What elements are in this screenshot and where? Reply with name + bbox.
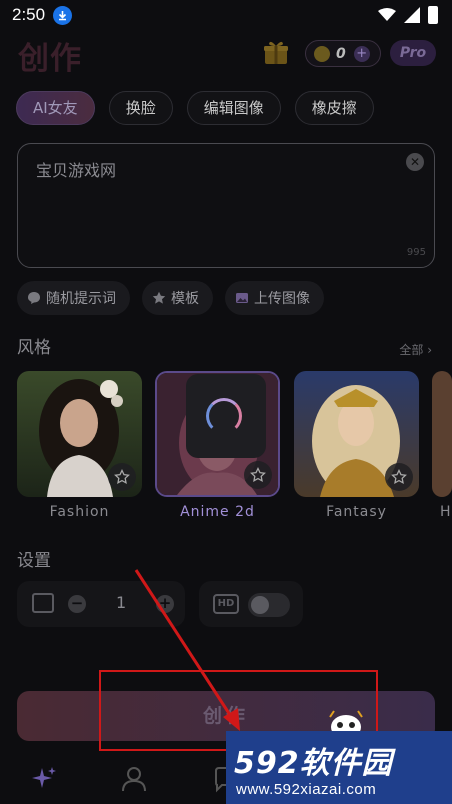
random-prompt-button[interactable]: 随机提示词 — [17, 281, 130, 315]
image-count-value: 1 — [116, 593, 127, 612]
char-count: 995 — [406, 247, 426, 258]
prompt-chips: 随机提示词 模板 上传图像 — [17, 281, 324, 315]
partial-thumbnail — [432, 371, 452, 497]
tab-eraser[interactable]: 橡皮擦 — [294, 91, 374, 125]
loading-overlay — [186, 374, 266, 458]
template-label: 模板 — [171, 291, 199, 307]
image-icon — [32, 593, 54, 613]
star-icon — [152, 291, 166, 304]
watermark-url: www.592xiazai.com — [236, 781, 377, 798]
header: 创作 0 + Pro — [0, 32, 452, 77]
prompt-text: 宝贝游戏网 — [36, 161, 117, 180]
favorite-icon[interactable] — [108, 463, 136, 491]
pro-badge[interactable]: Pro — [390, 40, 436, 66]
random-prompt-label: 随机提示词 — [46, 291, 116, 307]
style-card-fashion[interactable] — [17, 371, 142, 497]
upload-image-label: 上传图像 — [254, 291, 310, 307]
template-button[interactable]: 模板 — [142, 281, 213, 315]
tab-face-swap[interactable]: 换脸 — [108, 91, 173, 125]
hd-toggle[interactable] — [248, 593, 290, 617]
style-name-anime-2d: Anime 2d — [180, 504, 255, 520]
coin-icon — [314, 45, 330, 62]
sparkle-icon[interactable] — [30, 765, 58, 793]
app-screen: 2:50 创作 0 + Pro AI女友 换脸 编辑图像 橡皮擦 宝贝游戏网 ✕… — [0, 0, 452, 804]
settings-title: 设置 — [17, 551, 51, 571]
style-card-partial[interactable] — [432, 371, 452, 497]
hd-setting: HD — [199, 581, 303, 627]
status-time: 2:50 — [12, 5, 46, 24]
mode-tabs: AI女友 换脸 编辑图像 橡皮擦 — [16, 91, 374, 125]
status-bar: 2:50 — [0, 0, 452, 32]
add-coins-icon[interactable]: + — [353, 45, 370, 62]
see-all-link[interactable]: 全部 › — [399, 341, 432, 358]
watermark-logo: 592软件园 — [234, 746, 393, 781]
decrement-button[interactable]: − — [68, 595, 86, 613]
style-name-fashion: Fashion — [49, 504, 110, 520]
tab-ai-girlfriend[interactable]: AI女友 — [16, 91, 95, 125]
prompt-input[interactable]: 宝贝游戏网 ✕ 995 — [17, 143, 435, 268]
watermark: 592软件园 www.592xiazai.com — [226, 731, 452, 804]
tab-edit-image[interactable]: 编辑图像 — [186, 91, 281, 125]
gift-icon[interactable] — [262, 38, 290, 66]
hd-icon: HD — [213, 594, 239, 614]
styles-title: 风格 — [17, 338, 51, 358]
style-name-partial: H — [440, 504, 452, 520]
wifi-icon — [378, 8, 396, 21]
upload-image-button[interactable]: 上传图像 — [225, 281, 324, 315]
coin-count: 0 — [336, 45, 346, 62]
battery-icon — [428, 6, 438, 24]
toggle-knob — [251, 596, 269, 614]
increment-button[interactable]: + — [156, 595, 174, 613]
chat-bubble-icon — [28, 292, 40, 304]
image-icon — [236, 293, 248, 303]
favorite-icon[interactable] — [244, 461, 272, 489]
download-icon — [53, 6, 72, 25]
favorite-icon[interactable] — [385, 463, 413, 491]
image-count-setting: − 1 + — [17, 581, 185, 627]
page-title: 创作 — [18, 41, 82, 77]
coin-balance[interactable]: 0 + — [305, 40, 381, 67]
style-card-fantasy[interactable] — [294, 371, 419, 497]
profile-icon[interactable] — [120, 765, 148, 793]
style-name-fantasy: Fantasy — [326, 504, 387, 520]
clear-icon[interactable]: ✕ — [406, 153, 424, 171]
loading-spinner — [206, 398, 242, 434]
signal-icon — [404, 7, 420, 23]
